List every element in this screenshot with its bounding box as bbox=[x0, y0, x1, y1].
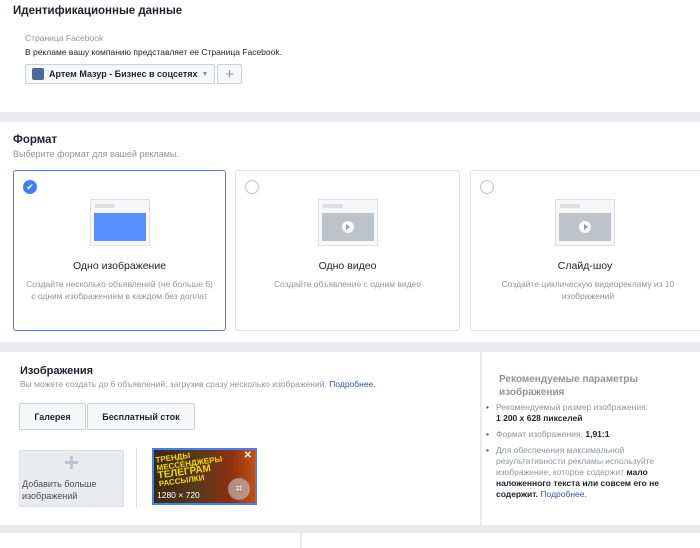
avatar bbox=[32, 68, 44, 80]
slideshow-preview-icon bbox=[555, 199, 615, 246]
format-option-video[interactable]: Одно видео Создайте объявление с одним в… bbox=[235, 170, 460, 331]
format-option-title: Одно изображение bbox=[72, 260, 167, 272]
page-select[interactable]: Артем Мазур - Бизнес в соцсетях ▼ bbox=[25, 64, 215, 84]
format-option-slideshow[interactable]: Слайд-шоу Создайте циклическую видеорекл… bbox=[470, 170, 700, 331]
tip-more-link[interactable]: Подробнее. bbox=[540, 489, 586, 499]
more-link[interactable]: Подробнее. bbox=[329, 379, 375, 389]
recommend-item: Для обеспечения максимальной результатив… bbox=[482, 445, 692, 500]
image-thumbnail[interactable]: ТРЕНДЫ МЕССЕНДЖЕРЫ ТЕЛЕГРАМ РАССЫЛКИ ✕ ⌗… bbox=[152, 448, 257, 505]
chevron-down-icon: ▼ bbox=[201, 70, 209, 78]
format-option-title: Одно видео bbox=[318, 260, 377, 272]
thumb-size: 1280 × 720 bbox=[157, 490, 200, 500]
format-option-desc: Создайте несколько объявлений (не больше… bbox=[26, 279, 213, 301]
add-page-button[interactable]: + bbox=[217, 64, 242, 84]
thumb-text: ТРЕНДЫ МЕССЕНДЖЕРЫ ТЕЛЕГРАМ РАССЫЛКИ bbox=[155, 450, 225, 489]
ratio-label: Формат изображения: bbox=[496, 429, 583, 439]
tab-gallery[interactable]: Галерея bbox=[19, 403, 86, 430]
identity-section: Идентификационные данные Страница Facebo… bbox=[0, 0, 700, 112]
format-option-single-image[interactable]: ✔ Одно изображение Создайте несколько об… bbox=[13, 170, 226, 331]
check-icon: ✔ bbox=[23, 180, 37, 194]
format-title: Формат bbox=[13, 134, 58, 146]
images-subtitle: Вы можете создать до 6 объявлений, загру… bbox=[20, 379, 376, 389]
next-section-left bbox=[0, 533, 300, 548]
divider bbox=[136, 448, 137, 508]
single-image-preview-icon bbox=[89, 199, 150, 246]
add-more-images-button[interactable]: + Добавить больше изображений bbox=[19, 447, 124, 507]
ratio-value: 1,91:1 bbox=[585, 429, 610, 439]
fb-page-label: Страница Facebook bbox=[25, 33, 104, 43]
close-icon[interactable]: ✕ bbox=[244, 450, 252, 461]
identity-title: Идентификационные данные bbox=[13, 5, 183, 17]
recommend-panel: Рекомендуемые параметры изображения Реко… bbox=[482, 352, 700, 525]
recommend-item: Рекомендуемый размер изображения:1 200 x… bbox=[482, 402, 692, 424]
add-more-label: Добавить больше изображений bbox=[22, 479, 97, 501]
radio-icon bbox=[245, 180, 259, 194]
play-icon bbox=[341, 221, 354, 233]
fb-page-desc: В рекламе вашу компанию представляет ее … bbox=[25, 47, 282, 57]
play-icon bbox=[579, 221, 591, 233]
size-value: 1 200 x 628 пикселей bbox=[496, 413, 583, 423]
format-option-desc: Создайте циклическую видеорекламу из 10 … bbox=[501, 279, 675, 301]
format-option-title: Слайд-шоу bbox=[557, 260, 613, 272]
images-section: Изображения Вы можете создать до 6 объяв… bbox=[0, 352, 480, 525]
images-title: Изображения bbox=[20, 365, 94, 377]
crop-icon[interactable]: ⌗ bbox=[228, 478, 250, 500]
recommend-title: Рекомендуемые параметры изображения bbox=[499, 374, 639, 398]
next-section-right bbox=[302, 533, 700, 548]
tab-free-stock[interactable]: Бесплатный сток bbox=[87, 403, 195, 430]
radio-icon bbox=[480, 180, 494, 194]
recommend-item: Формат изображения: 1,91:1 bbox=[482, 429, 692, 440]
format-subtitle: Выберите формат для вашей рекламы. bbox=[13, 149, 179, 159]
video-preview-icon bbox=[317, 199, 378, 246]
recommend-list: Рекомендуемый размер изображения:1 200 x… bbox=[482, 402, 692, 505]
size-label: Рекомендуемый размер изображения: bbox=[496, 402, 649, 412]
format-option-desc: Создайте объявление с одним видео bbox=[273, 279, 421, 289]
images-subtitle-text: Вы можете создать до 6 объявлений, загру… bbox=[20, 379, 327, 389]
page-select-label: Артем Мазур - Бизнес в соцсетях bbox=[49, 69, 198, 79]
plus-icon: + bbox=[63, 447, 80, 477]
